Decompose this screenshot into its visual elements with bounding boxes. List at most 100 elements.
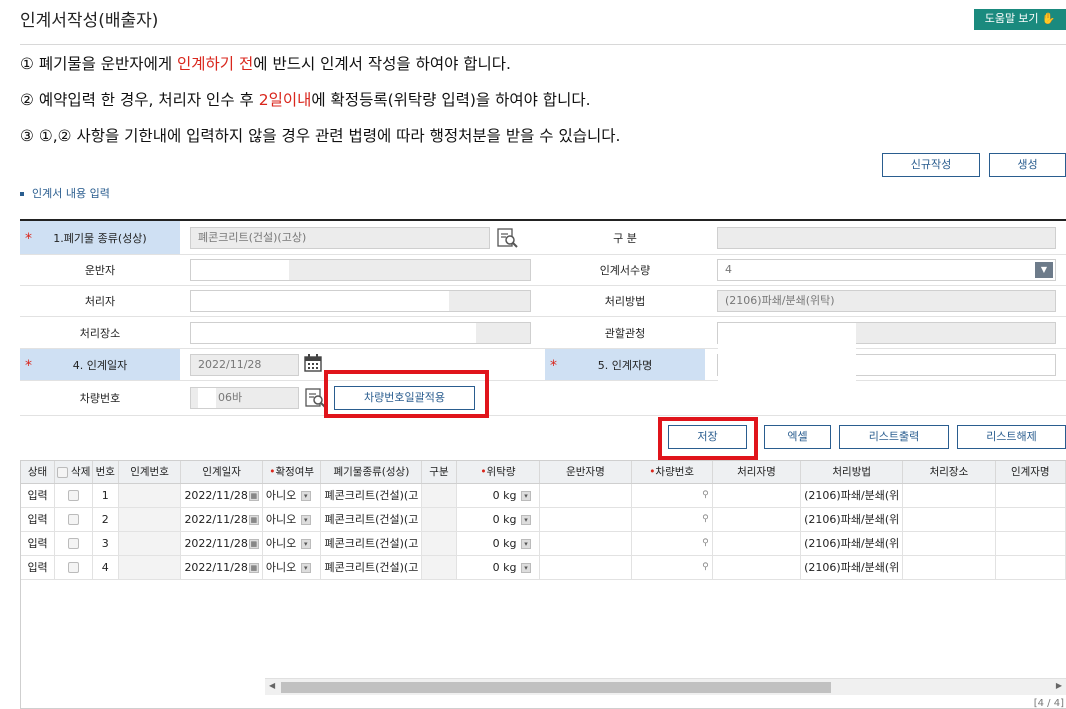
cell-type[interactable] — [421, 483, 457, 508]
table-row[interactable]: 입력 4 2022/11/28 ▦ 아니오 ▾ 폐콘크리트(건설)(고 0 kg ▾ ⚲ (21… — [21, 555, 1066, 580]
chevron-down-icon[interactable]: ▾ — [300, 515, 311, 525]
clear-list-button[interactable]: 리스트해제 — [957, 425, 1066, 449]
cell-no[interactable]: 3 — [92, 531, 119, 556]
search-icon[interactable]: ⚲ — [702, 514, 709, 524]
col-vehicle[interactable]: •차량번호 — [631, 461, 713, 484]
cell-status[interactable]: 입력 — [21, 531, 56, 556]
magnifier-document-icon[interactable] — [304, 387, 326, 409]
col-amount[interactable]: •위탁량 — [456, 461, 541, 484]
cell-type[interactable] — [421, 555, 457, 580]
scroll-right-icon[interactable]: ▶ — [1056, 681, 1062, 690]
chevron-down-icon[interactable]: ▼ — [1035, 262, 1053, 278]
cell-waste[interactable]: 폐콘크리트(건설)(고 — [320, 555, 423, 580]
row-checkbox[interactable] — [68, 490, 80, 501]
col-person[interactable]: 인계자명 — [995, 461, 1066, 484]
cell-amount[interactable]: 0 kg ▾ — [456, 483, 541, 508]
calendar-icon[interactable]: ▦ — [248, 490, 259, 501]
cell-amount[interactable]: 0 kg ▾ — [456, 507, 541, 532]
col-method[interactable]: 처리방법 — [800, 461, 904, 484]
cell-method[interactable]: (2106)파쇄/분쇄(위 — [800, 555, 904, 580]
new-document-button[interactable]: 신규작성 — [882, 153, 980, 177]
col-carrier[interactable]: 운반자명 — [539, 461, 632, 484]
create-button[interactable]: 생성 — [989, 153, 1066, 177]
table-row[interactable]: 입력 2 2022/11/28 ▦ 아니오 ▾ 폐콘크리트(건설)(고 0 kg ▾ ⚲ (21… — [21, 507, 1066, 532]
cell-delete[interactable] — [54, 483, 93, 508]
cell-carrier[interactable] — [539, 555, 632, 580]
cell-amount[interactable]: 0 kg ▾ — [456, 531, 541, 556]
cell-status[interactable]: 입력 — [21, 507, 56, 532]
help-button[interactable]: 도움말 보기 ✋ — [974, 9, 1066, 30]
cell-site[interactable] — [902, 483, 996, 508]
cell-date[interactable]: 2022/11/28 ▦ — [180, 555, 263, 580]
cell-delete[interactable] — [54, 555, 93, 580]
col-type[interactable]: 구분 — [421, 461, 457, 484]
cell-confirm[interactable]: 아니오 ▾ — [262, 483, 322, 508]
col-waste[interactable]: 폐기물종류(성상) — [320, 461, 423, 484]
table-row[interactable]: 입력 3 2022/11/28 ▦ 아니오 ▾ 폐콘크리트(건설)(고 0 kg ▾ ⚲ (21… — [21, 531, 1066, 556]
horizontal-scrollbar[interactable]: ◀ ▶ — [265, 678, 1066, 695]
col-delete[interactable]: 삭제 — [54, 461, 93, 484]
calendar-icon[interactable] — [304, 354, 322, 372]
cell-waste[interactable]: 폐콘크리트(건설)(고 — [320, 531, 423, 556]
cell-confirm[interactable]: 아니오 ▾ — [262, 555, 322, 580]
search-icon[interactable]: ⚲ — [702, 490, 709, 500]
cell-date[interactable]: 2022/11/28 ▦ — [180, 483, 263, 508]
cell-type[interactable] — [421, 507, 457, 532]
cell-date[interactable]: 2022/11/28 ▦ — [180, 531, 263, 556]
row-checkbox[interactable] — [68, 562, 80, 573]
chevron-down-icon[interactable]: ▾ — [520, 490, 531, 501]
cell-vehicle[interactable]: ⚲ — [631, 531, 713, 556]
cell-type[interactable] — [421, 531, 457, 556]
cell-processor[interactable] — [712, 555, 802, 580]
cell-processor[interactable] — [712, 483, 802, 508]
cell-processor[interactable] — [712, 531, 802, 556]
date-field[interactable]: 2022/11/28 — [190, 354, 299, 376]
search-icon[interactable]: ⚲ — [702, 538, 709, 548]
cell-confirm[interactable]: 아니오 ▾ — [262, 531, 322, 556]
chevron-down-icon[interactable]: ▾ — [300, 491, 311, 501]
cell-vehicle[interactable]: ⚲ — [631, 483, 713, 508]
cell-confirm[interactable]: 아니오 ▾ — [262, 507, 322, 532]
cell-delete[interactable] — [54, 531, 93, 556]
cell-carrier[interactable] — [539, 483, 632, 508]
cell-handover-no[interactable] — [118, 555, 182, 580]
cell-handover-no[interactable] — [118, 507, 182, 532]
cell-site[interactable] — [902, 507, 996, 532]
col-date[interactable]: 인계일자 — [180, 461, 263, 484]
select-all-checkbox[interactable] — [56, 466, 68, 478]
col-confirm[interactable]: •확정여부 — [262, 461, 322, 484]
category-field[interactable] — [717, 227, 1056, 249]
chevron-down-icon[interactable]: ▾ — [300, 539, 311, 549]
cell-status[interactable]: 입력 — [21, 483, 56, 508]
quantity-select[interactable]: 4 ▼ — [717, 259, 1056, 281]
cell-waste[interactable]: 폐콘크리트(건설)(고 — [320, 507, 423, 532]
cell-waste[interactable]: 폐콘크리트(건설)(고 — [320, 483, 423, 508]
row-checkbox[interactable] — [68, 514, 80, 525]
cell-site[interactable] — [902, 555, 996, 580]
excel-button[interactable]: 엑셀 — [764, 425, 831, 449]
waste-type-field[interactable]: 폐콘크리트(건설)(고상) — [190, 227, 490, 249]
cell-vehicle[interactable]: ⚲ — [631, 555, 713, 580]
cell-site[interactable] — [902, 531, 996, 556]
scroll-left-icon[interactable]: ◀ — [269, 681, 275, 690]
cell-person[interactable] — [995, 507, 1066, 532]
col-processor[interactable]: 처리자명 — [712, 461, 802, 484]
col-handover-no[interactable]: 인계번호 — [118, 461, 182, 484]
cell-no[interactable]: 4 — [92, 555, 119, 580]
cell-handover-no[interactable] — [118, 483, 182, 508]
cell-no[interactable]: 1 — [92, 483, 119, 508]
calendar-icon[interactable]: ▦ — [248, 562, 259, 573]
cell-person[interactable] — [995, 531, 1066, 556]
cell-method[interactable]: (2106)파쇄/분쇄(위 — [800, 507, 904, 532]
search-icon[interactable]: ⚲ — [702, 562, 709, 572]
cell-delete[interactable] — [54, 507, 93, 532]
save-button[interactable]: 저장 — [668, 425, 747, 449]
scrollbar-thumb[interactable] — [281, 682, 831, 693]
cell-person[interactable] — [995, 555, 1066, 580]
cell-carrier[interactable] — [539, 507, 632, 532]
cell-vehicle[interactable]: ⚲ — [631, 507, 713, 532]
cell-carrier[interactable] — [539, 531, 632, 556]
chevron-down-icon[interactable]: ▾ — [520, 538, 531, 549]
col-site[interactable]: 처리장소 — [902, 461, 996, 484]
cell-method[interactable]: (2106)파쇄/분쇄(위 — [800, 483, 904, 508]
